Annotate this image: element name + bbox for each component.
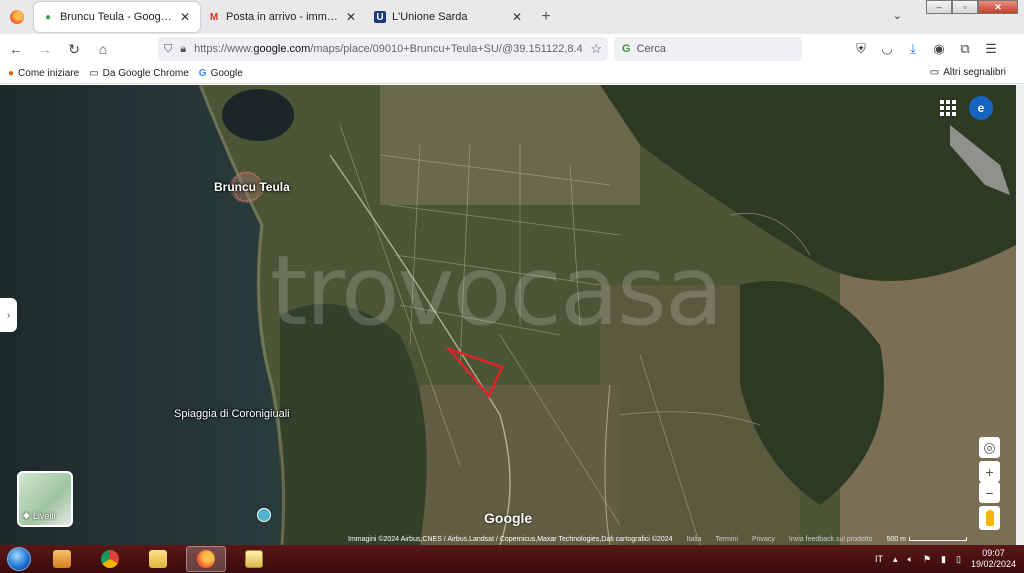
media-player-icon: [53, 550, 71, 568]
account-icon[interactable]: ◉: [930, 39, 948, 59]
google-logo: Google: [484, 510, 533, 526]
beach-pin-icon[interactable]: [257, 508, 271, 522]
link-privacy[interactable]: Privacy: [752, 536, 775, 543]
close-tab-icon[interactable]: ✕: [344, 10, 358, 24]
street-view-pegman-icon[interactable]: [979, 506, 1000, 530]
back-arrow-icon[interactable]: ←: [3, 36, 29, 62]
volume-icon[interactable]: 🔈︎: [908, 554, 913, 565]
map-canvas[interactable]: trovocasa Bruncu Teula Spiaggia di Coron…: [0, 85, 1016, 545]
folder-icon: [149, 550, 167, 568]
menu-icon[interactable]: ☰: [982, 39, 1000, 59]
search-box[interactable]: G Cerca: [614, 37, 802, 61]
tab-bar: ● Bruncu Teula - Google Maps ✕ M Posta i…: [0, 0, 1024, 34]
taskbar-firefox[interactable]: [186, 546, 226, 572]
taskbar-media-player[interactable]: [42, 546, 82, 572]
clock[interactable]: 09:07 19/02/2024: [971, 548, 1016, 570]
language-indicator[interactable]: IT: [875, 554, 883, 564]
tab-title: Posta in arrivo - immob.abitare: [226, 11, 338, 23]
map-pin-icon: ●: [44, 11, 52, 23]
imagery-attribution: Immagini ©2024 Airbus,CNES / Airbus,Land…: [348, 535, 673, 543]
reload-icon[interactable]: ↻: [61, 36, 87, 62]
bookmark-google[interactable]: G Google: [199, 68, 243, 79]
url-bar[interactable]: ⛉ 🔒︎ https://www.google.com/maps/place/0…: [158, 37, 608, 61]
maximize-button[interactable]: ▫: [952, 0, 978, 14]
tab-title: L'Unione Sarda: [392, 11, 468, 23]
watermark: trovocasa: [270, 235, 724, 347]
firefox-icon: ●: [8, 68, 15, 79]
forward-arrow-icon[interactable]: →: [32, 36, 58, 62]
tab-unione-sarda[interactable]: U L'Unione Sarda ✕: [366, 2, 532, 32]
lock-icon[interactable]: 🔒︎: [180, 43, 186, 56]
beach-label[interactable]: Spiaggia di Coronigiuali: [174, 408, 290, 420]
bookmarks-bar: ● Come iniziare ▭ Da Google Chrome G Google…: [0, 64, 1024, 84]
url-text[interactable]: https://www.google.com/maps/place/09010+…: [194, 43, 582, 55]
bookmark-come-iniziare[interactable]: ● Come iniziare: [8, 68, 79, 79]
zoom-out-button[interactable]: −: [979, 482, 1000, 503]
extensions-icon[interactable]: ⧉: [956, 39, 974, 59]
town-label[interactable]: Bruncu Teula: [214, 180, 290, 194]
flag-icon[interactable]: ⚑: [923, 554, 931, 565]
account-avatar[interactable]: e: [969, 96, 993, 120]
layers-button[interactable]: ◆ Livelli: [17, 471, 73, 527]
other-bookmarks[interactable]: ▭ Altri segnalibri: [930, 67, 1006, 78]
firefox-icon: [10, 10, 24, 24]
taskbar-explorer[interactable]: [234, 546, 274, 572]
vertical-scrollbar[interactable]: [1016, 85, 1024, 545]
downloads-icon[interactable]: ⤓: [904, 39, 922, 59]
taskbar-folder[interactable]: [138, 546, 178, 572]
windows-icon: [7, 547, 31, 571]
google-icon: G: [198, 68, 207, 79]
taskbar-chrome[interactable]: [90, 546, 130, 572]
my-location-icon[interactable]: ◎: [979, 437, 1000, 458]
link-feedback[interactable]: Invia feedback sul prodotto: [789, 536, 873, 543]
search-engine-icon[interactable]: G: [622, 43, 631, 55]
link-termini[interactable]: Termini: [715, 536, 738, 543]
minimize-button[interactable]: –: [926, 0, 952, 14]
tab-title: Bruncu Teula - Google Maps: [60, 11, 172, 23]
show-hidden-icons[interactable]: ▴: [893, 554, 898, 565]
tab-google-maps[interactable]: ● Bruncu Teula - Google Maps ✕: [34, 2, 200, 32]
network-icon[interactable]: ▮: [941, 554, 946, 565]
chrome-icon: [101, 550, 119, 568]
tab-gmail[interactable]: M Posta in arrivo - immob.abitare ✕: [200, 2, 366, 32]
start-button[interactable]: [4, 545, 34, 573]
bookmark-folder-chrome[interactable]: ▭ Da Google Chrome: [89, 68, 189, 79]
pocket-icon[interactable]: ◡: [878, 39, 896, 59]
scale-bar[interactable]: 500 m: [887, 536, 968, 543]
attribution-bar: Immagini ©2024 Airbus,CNES / Airbus,Land…: [344, 533, 1016, 545]
navigation-bar: ← → ↻ ⌂ ⛉ 🔒︎ https://www.google.com/maps…: [0, 34, 1024, 64]
close-window-button[interactable]: ✕: [978, 0, 1018, 14]
list-tabs-icon[interactable]: ⌄: [893, 9, 902, 22]
home-icon[interactable]: ⌂: [90, 36, 116, 62]
collapse-panel-button[interactable]: ›: [0, 298, 17, 332]
layers-icon: ◆: [23, 510, 30, 520]
folder-icon: ▭: [929, 67, 940, 78]
file-explorer-icon: [245, 550, 263, 568]
firefox-icon: [197, 550, 215, 568]
shield-icon[interactable]: ⛉: [164, 43, 172, 56]
new-tab-button[interactable]: +: [532, 2, 560, 32]
close-tab-icon[interactable]: ✕: [510, 10, 524, 24]
google-apps-icon[interactable]: [940, 100, 956, 116]
unione-sarda-icon: U: [374, 11, 386, 23]
pocket-save-icon[interactable]: ⛨: [852, 39, 870, 59]
search-placeholder: Cerca: [636, 43, 666, 55]
taskbar: IT ▴ 🔈︎ ⚑ ▮ ▯ 09:07 19/02/2024: [0, 545, 1024, 573]
close-tab-icon[interactable]: ✕: [178, 10, 192, 24]
folder-icon: ▭: [89, 68, 99, 79]
window-controls: – ▫ ✕: [926, 0, 1018, 14]
firefox-menu-button[interactable]: [0, 0, 34, 34]
link-italia[interactable]: Italia: [687, 536, 702, 543]
bookmark-star-icon[interactable]: ☆: [590, 41, 602, 57]
power-icon[interactable]: ▯: [956, 554, 961, 565]
zoom-in-button[interactable]: +: [979, 461, 1000, 482]
system-tray: IT ▴ 🔈︎ ⚑ ▮ ▯ 09:07 19/02/2024: [875, 545, 1016, 573]
gmail-icon: M: [209, 11, 219, 23]
toolbar-icons: ⛨ ◡ ⤓ ◉ ⧉ ☰: [852, 39, 1000, 59]
